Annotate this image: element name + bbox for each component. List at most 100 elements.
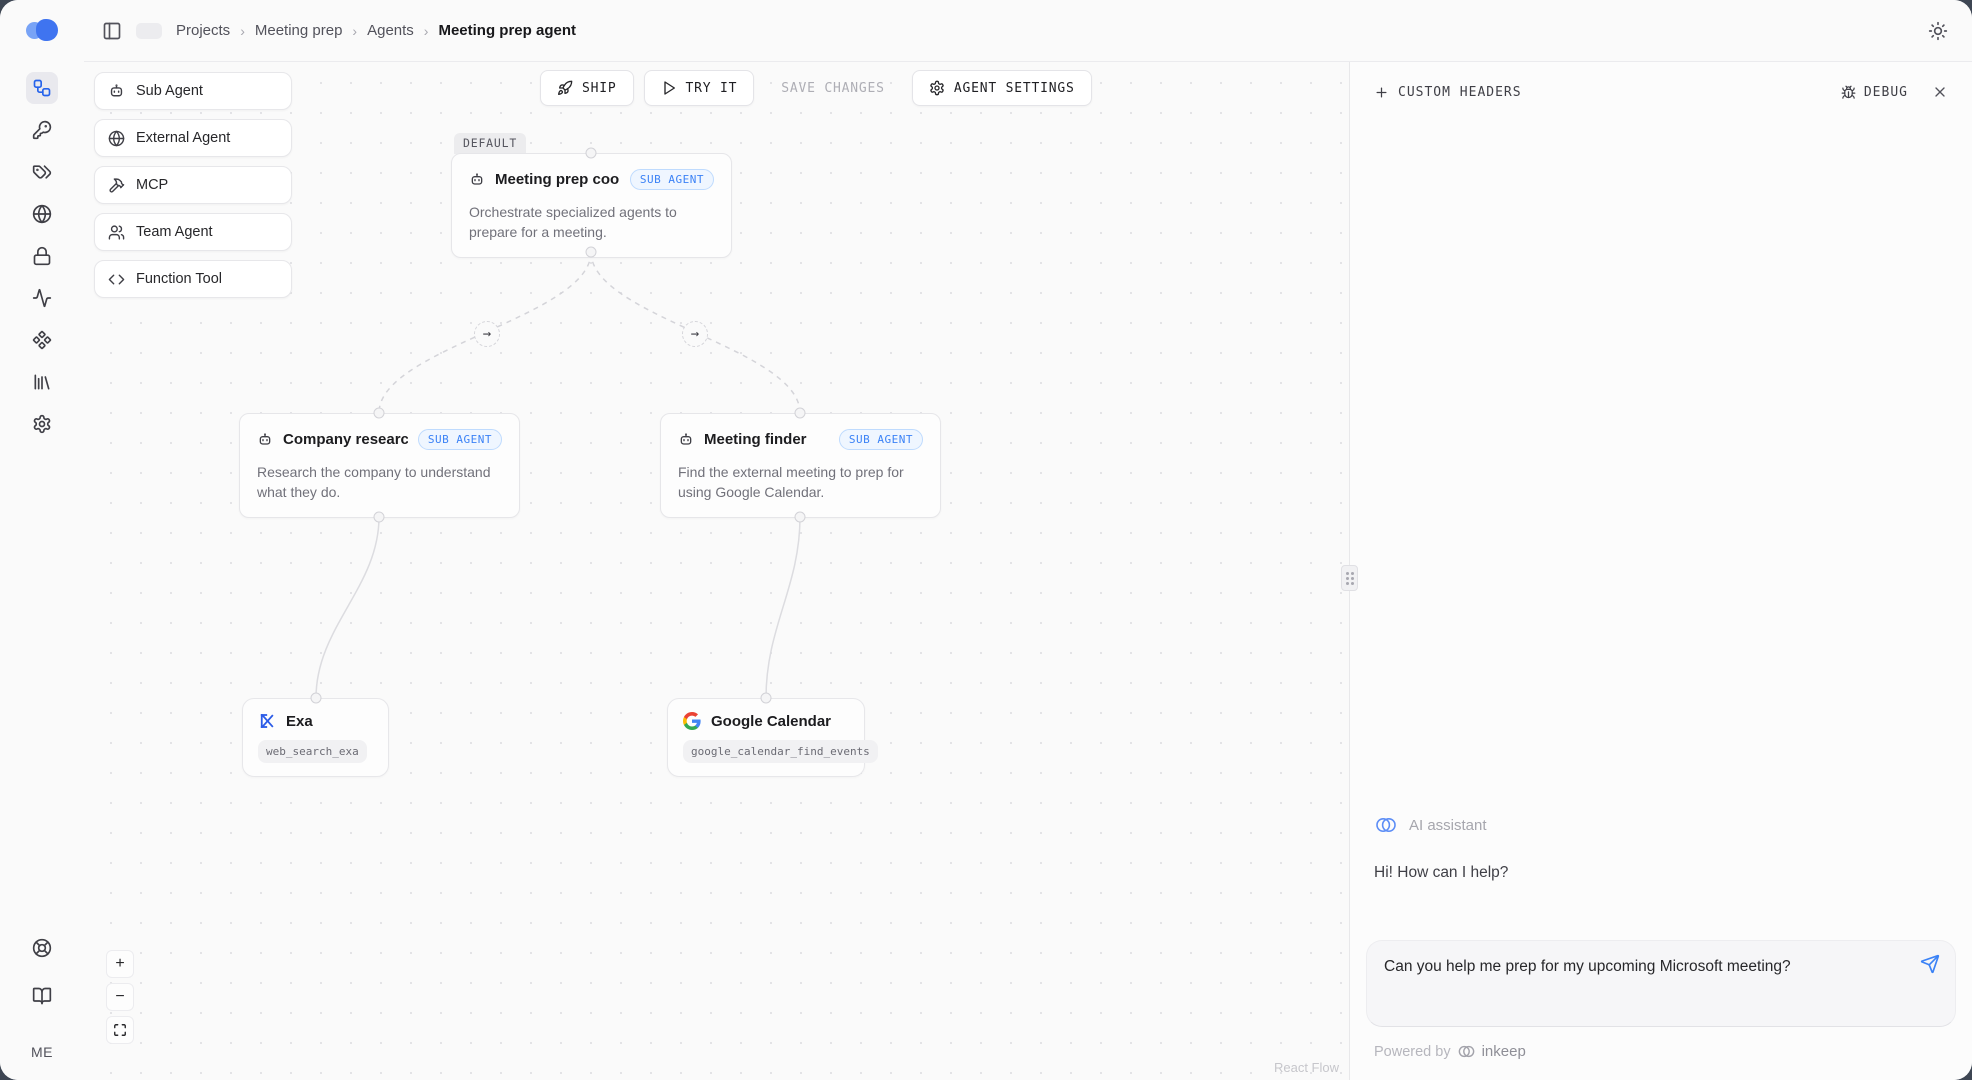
edge-arrow-marker[interactable]: → <box>682 321 708 347</box>
palette-item-mcp[interactable]: MCP <box>94 166 292 204</box>
rail-item-external[interactable] <box>26 198 58 230</box>
rail-item-security[interactable] <box>26 240 58 272</box>
life-buoy-icon <box>32 938 52 958</box>
node-handle[interactable] <box>795 512 806 523</box>
breadcrumb-meeting-prep[interactable]: Meeting prep <box>255 22 343 39</box>
palette-item-sub-agent[interactable]: Sub Agent <box>94 72 292 110</box>
library-icon <box>32 372 52 392</box>
zoom-in-button[interactable]: + <box>106 950 134 978</box>
chat-panel-header: CUSTOM HEADERS DEBUG <box>1350 62 1972 100</box>
google-logo-icon <box>683 712 701 730</box>
node-handle[interactable] <box>311 693 322 704</box>
node-handle[interactable] <box>374 408 385 419</box>
send-button[interactable] <box>1920 954 1940 977</box>
try-it-label: TRY IT <box>686 81 738 96</box>
breadcrumb-agents[interactable]: Agents <box>367 22 414 39</box>
zoom-out-button[interactable]: − <box>106 983 134 1011</box>
breadcrumb-separator: › <box>424 23 429 39</box>
palette-item-label: MCP <box>136 177 168 193</box>
debug-label: DEBUG <box>1864 85 1908 100</box>
agent-node-company-researcher[interactable]: Company researcher SUB AGENT Research th… <box>239 413 520 518</box>
panel-resize-handle[interactable] <box>1341 565 1358 591</box>
ship-label: SHIP <box>582 81 617 96</box>
assistant-greeting: Hi! How can I help? <box>1374 864 1948 882</box>
app-window: ME Projects › Meeting prep › Agents › Me… <box>0 0 1972 1080</box>
bot-icon <box>108 83 125 100</box>
close-panel-button[interactable] <box>1932 84 1948 100</box>
node-handle[interactable] <box>795 408 806 419</box>
sub-agent-badge: SUB AGENT <box>418 429 502 450</box>
bot-icon <box>257 432 273 448</box>
tool-title: Exa <box>286 713 313 730</box>
plus-icon: + <box>115 955 124 973</box>
debug-button[interactable]: DEBUG <box>1841 85 1908 100</box>
play-icon <box>661 80 677 96</box>
exa-logo-icon <box>258 712 276 730</box>
chat-input[interactable]: Can you help me prep for my upcoming Mic… <box>1384 955 1903 1007</box>
palette-item-team-agent[interactable]: Team Agent <box>94 213 292 251</box>
chat-panel: CUSTOM HEADERS DEBUG AI assista <box>1349 62 1972 1080</box>
agent-settings-label: AGENT SETTINGS <box>954 81 1075 96</box>
components-icon <box>32 330 52 350</box>
flow-canvas[interactable]: Sub Agent External Agent MCP Team Agent <box>84 62 1349 1080</box>
top-bar: Projects › Meeting prep › Agents › Meeti… <box>84 0 1972 62</box>
rail-item-library[interactable] <box>26 366 58 398</box>
node-title: Company researcher <box>283 431 408 448</box>
breadcrumb: Projects › Meeting prep › Agents › Meeti… <box>176 22 576 39</box>
rail-item-tags[interactable] <box>26 156 58 188</box>
bug-icon <box>1841 85 1856 100</box>
sidebar-toggle-button[interactable] <box>102 21 122 41</box>
rail-item-agents[interactable] <box>26 72 58 104</box>
agent-node-meeting-prep-coordinator[interactable]: Meeting prep coordi... SUB AGENT Orchest… <box>451 153 732 258</box>
fit-view-button[interactable] <box>106 1016 134 1044</box>
user-avatar[interactable]: ME <box>31 1044 53 1060</box>
node-palette: Sub Agent External Agent MCP Team Agent <box>94 72 292 298</box>
palette-item-function-tool[interactable]: Function Tool <box>94 260 292 298</box>
rail-item-docs[interactable] <box>26 980 58 1012</box>
node-description: Orchestrate specialized agents to prepar… <box>469 202 714 243</box>
tags-icon <box>32 162 52 182</box>
rail-item-activity[interactable] <box>26 282 58 314</box>
inkeep-logo <box>24 18 60 42</box>
workflow-icon <box>32 78 52 98</box>
theme-toggle-button[interactable] <box>1928 21 1948 41</box>
node-handle[interactable] <box>374 512 385 523</box>
react-flow-attribution[interactable]: React Flow <box>1274 1060 1339 1075</box>
gear-icon <box>32 414 52 434</box>
agent-node-meeting-finder[interactable]: Meeting finder SUB AGENT Find the extern… <box>660 413 941 518</box>
sub-agent-badge: SUB AGENT <box>839 429 923 450</box>
assistant-header: AI assistant <box>1374 813 1948 837</box>
palette-item-label: Function Tool <box>136 271 222 287</box>
try-it-button[interactable]: TRY IT <box>644 70 755 106</box>
breadcrumb-current: Meeting prep agent <box>438 22 576 39</box>
rail-item-components[interactable] <box>26 324 58 356</box>
palette-item-external-agent[interactable]: External Agent <box>94 119 292 157</box>
custom-headers-button[interactable]: CUSTOM HEADERS <box>1374 85 1522 100</box>
tool-node-google-calendar[interactable]: Google Calendar google_calendar_find_eve… <box>667 698 865 777</box>
agent-settings-button[interactable]: AGENT SETTINGS <box>912 70 1092 106</box>
node-handle[interactable] <box>586 247 597 258</box>
rail-item-settings[interactable] <box>26 408 58 440</box>
sun-icon <box>1928 21 1948 41</box>
powered-by[interactable]: Powered by inkeep <box>1374 1042 1948 1061</box>
key-icon <box>32 120 52 140</box>
bot-icon <box>469 172 485 188</box>
users-icon <box>108 224 125 241</box>
node-handle[interactable] <box>761 693 772 704</box>
rail-item-help[interactable] <box>26 932 58 964</box>
canvas-toolbar: SHIP TRY IT SAVE CHANGES AGENT SETTINGS <box>540 70 1092 106</box>
breadcrumb-projects[interactable]: Projects <box>176 22 230 39</box>
ship-button[interactable]: SHIP <box>540 70 634 106</box>
lock-icon <box>32 246 52 266</box>
rail-item-keys[interactable] <box>26 114 58 146</box>
globe-icon <box>108 130 125 147</box>
tool-title: Google Calendar <box>711 713 831 730</box>
inkeep-logo-icon <box>1457 1042 1476 1061</box>
tool-node-exa[interactable]: Exa web_search_exa <box>242 698 389 777</box>
icon-rail: ME <box>0 0 84 1080</box>
zoom-controls: + − <box>106 950 134 1044</box>
arrow-right-icon: → <box>483 326 491 342</box>
edge-arrow-marker[interactable]: → <box>474 321 500 347</box>
node-handle[interactable] <box>586 148 597 159</box>
save-changes-button[interactable]: SAVE CHANGES <box>764 70 902 106</box>
